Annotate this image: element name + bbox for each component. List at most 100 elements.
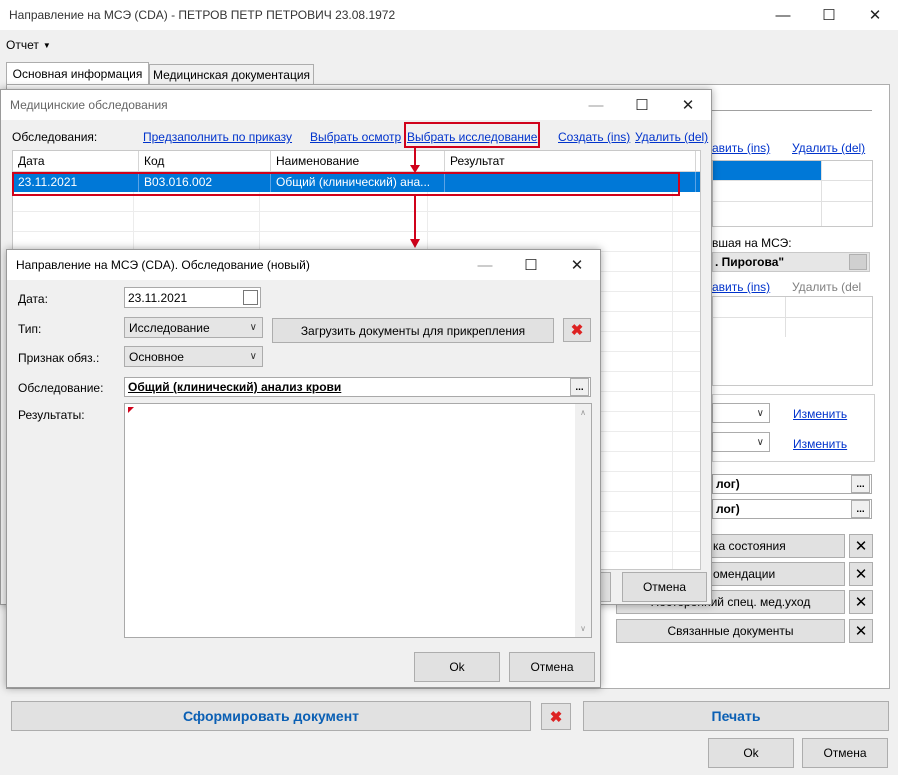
exam-browse-button[interactable]: ... xyxy=(570,378,589,396)
exam-label: Обследование: xyxy=(18,381,104,395)
recommendations-label: омендации xyxy=(713,567,776,581)
print-label: Печать xyxy=(711,708,761,724)
bg-sent-label: вшая на МСЭ: xyxy=(712,236,792,250)
related-docs-button[interactable]: Связанные документы xyxy=(616,619,845,643)
exams-title: Медицинские обследования xyxy=(10,98,168,112)
state-assessment-remove-icon[interactable]: ✕ xyxy=(849,534,873,558)
flag-label: Признак обяз.: xyxy=(18,351,100,365)
chevron-down-icon: ∨ xyxy=(249,351,257,362)
date-field[interactable]: 23.11.2021 xyxy=(124,287,261,308)
exams-minimize-icon[interactable]: — xyxy=(573,90,619,120)
flag-select[interactable]: Основное ∨ xyxy=(124,346,263,367)
dialog-minimize-icon[interactable]: — xyxy=(462,250,508,280)
bg-grid-1 xyxy=(712,160,873,227)
dialog-ok-label: Ok xyxy=(449,660,465,674)
state-assessment-label: ка состояния xyxy=(713,539,786,553)
chevron-down-icon: ∨ xyxy=(249,322,257,333)
results-label: Результаты: xyxy=(18,408,85,422)
bg-field-2: лог) ... xyxy=(712,499,872,519)
bg-add-link-1[interactable]: авить (ins) xyxy=(712,141,770,155)
tab-main-info[interactable]: Основная информация xyxy=(6,62,149,85)
dialog-titlebar: Направление на МСЭ (CDA). Обследование (… xyxy=(7,250,600,280)
exams-maximize-icon[interactable]: ☐ xyxy=(619,90,665,120)
menu-report[interactable]: Отчет ▼ xyxy=(6,36,51,54)
tab-main-info-label: Основная информация xyxy=(12,67,143,81)
bg-grid-2 xyxy=(712,296,873,386)
dialog-cancel-label: Отмена xyxy=(530,660,574,674)
exams-cancel-button[interactable]: Отмена xyxy=(622,572,707,602)
main-cancel-label: Отмена xyxy=(823,746,867,760)
highlight-selected-row xyxy=(12,172,680,196)
scroll-down-icon[interactable]: ∨ xyxy=(575,624,591,633)
upload-docs-button[interactable]: Загрузить документы для прикрепления xyxy=(272,318,554,343)
main-titlebar: Направление на МСЭ (CDA) - ПЕТРОВ ПЕТР П… xyxy=(0,0,898,30)
bg-change-link-2[interactable]: Изменить xyxy=(793,437,847,451)
bg-combo-2[interactable]: ∨ xyxy=(712,432,770,452)
bg-field-2-browse[interactable]: ... xyxy=(851,500,870,518)
form-document-button[interactable]: Сформировать документ xyxy=(11,701,531,731)
bg-sent-browse[interactable] xyxy=(849,254,867,270)
type-select[interactable]: Исследование ∨ xyxy=(124,317,263,338)
minimize-icon[interactable]: — xyxy=(760,0,806,30)
col-result[interactable]: Результат xyxy=(445,151,696,171)
results-textarea[interactable]: ∧ ∨ xyxy=(124,403,592,638)
col-date[interactable]: Дата xyxy=(13,151,139,171)
upload-docs-label: Загрузить документы для прикрепления xyxy=(300,323,526,338)
bg-combo-1[interactable]: ∨ xyxy=(712,403,770,423)
dialog-cancel-button[interactable]: Отмена xyxy=(509,652,595,682)
main-cancel-button[interactable]: Отмена xyxy=(802,738,888,768)
delete-link[interactable]: Удалить (del) xyxy=(635,130,708,144)
flow-arrows xyxy=(410,148,420,248)
form-document-label: Сформировать документ xyxy=(182,708,360,724)
prefill-by-order-link[interactable]: Предзаполнить по приказу xyxy=(143,130,292,144)
bg-delete-link-1[interactable]: Удалить (del) xyxy=(792,141,865,155)
dialog-maximize-icon[interactable]: ☐ xyxy=(508,250,554,280)
clear-document-icon[interactable]: ✖ xyxy=(541,703,571,730)
tab-medical-docs[interactable]: Медицинская документация xyxy=(149,64,314,85)
bg-sent-value: . Пирогова" xyxy=(715,255,785,269)
bg-change-link-1[interactable]: Изменить xyxy=(793,407,847,421)
arrow-head-1 xyxy=(410,165,420,173)
exam-dialog: Направление на МСЭ (CDA). Обследование (… xyxy=(6,249,601,688)
maximize-icon[interactable]: ☐ xyxy=(806,0,852,30)
date-checkbox[interactable] xyxy=(243,290,258,305)
delete-attachment-icon[interactable]: ✖ xyxy=(563,318,591,342)
type-value: Исследование xyxy=(129,320,210,335)
dropdown-arrow-icon: ▼ xyxy=(42,40,51,50)
date-value: 23.11.2021 xyxy=(128,290,188,305)
col-code[interactable]: Код xyxy=(139,151,271,171)
textarea-scrollbar[interactable]: ∧ ∨ xyxy=(575,404,591,637)
exams-close-icon[interactable]: ✕ xyxy=(665,90,711,120)
related-docs-label: Связанные документы xyxy=(667,624,794,638)
bg-field-1: лог) ... xyxy=(712,474,872,494)
bg-add-link-2[interactable]: авить (ins) xyxy=(712,280,770,294)
date-label: Дата: xyxy=(18,292,48,306)
bg-delete-link-2: Удалить (del xyxy=(792,280,862,294)
dialog-ok-button[interactable]: Ok xyxy=(414,652,500,682)
required-marker-icon xyxy=(128,407,134,413)
main-window-title: Направление на МСЭ (CDA) - ПЕТРОВ ПЕТР П… xyxy=(9,8,396,22)
dialog-title: Направление на МСЭ (CDA). Обследование (… xyxy=(16,258,310,272)
bg-field-2-value: лог) xyxy=(716,502,740,516)
exam-field[interactable]: Общий (клинический) анализ крови ... xyxy=(124,377,591,397)
main-ok-button[interactable]: Ok xyxy=(708,738,794,768)
select-checkup-link[interactable]: Выбрать осмотр xyxy=(310,130,401,144)
exams-titlebar: Медицинские обследования — ☐ ✕ xyxy=(1,90,711,120)
tab-medical-docs-label: Медицинская документация xyxy=(152,68,311,82)
create-link[interactable]: Создать (ins) xyxy=(558,130,630,144)
related-docs-remove-icon[interactable]: ✕ xyxy=(849,619,873,643)
bg-field-1-value: лог) xyxy=(716,477,740,491)
close-icon[interactable]: ✕ xyxy=(852,0,898,30)
outside-care-remove-icon[interactable]: ✕ xyxy=(849,590,873,614)
type-label: Тип: xyxy=(18,322,42,336)
recommendations-remove-icon[interactable]: ✕ xyxy=(849,562,873,586)
bg-field-1-browse[interactable]: ... xyxy=(851,475,870,493)
menu-report-label: Отчет xyxy=(6,38,39,52)
exams-grid-header: Дата Код Наименование Результат xyxy=(13,151,700,172)
bg-separator xyxy=(712,110,872,111)
exams-label: Обследования: xyxy=(12,130,98,144)
print-button[interactable]: Печать xyxy=(583,701,889,731)
flag-value: Основное xyxy=(129,349,184,364)
scroll-up-icon[interactable]: ∧ xyxy=(575,408,591,417)
dialog-close-icon[interactable]: ✕ xyxy=(554,250,600,280)
